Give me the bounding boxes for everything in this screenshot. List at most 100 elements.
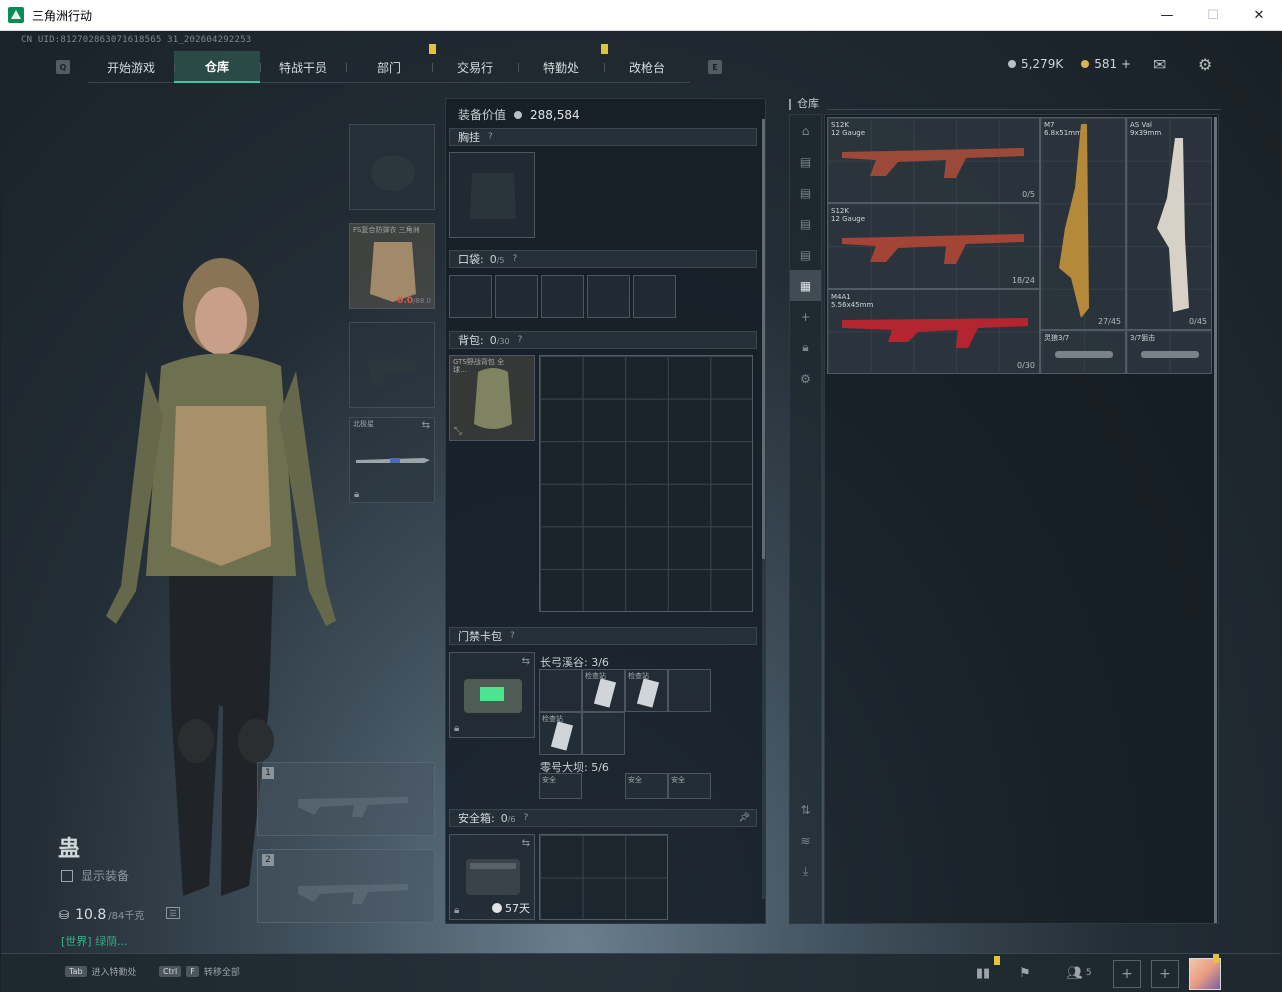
help-icon[interactable]: ? <box>518 335 523 345</box>
equipment-value: 装备价值 288,584 <box>458 106 580 123</box>
sort-icon[interactable]: ⇅ <box>790 794 821 825</box>
scope-icon <box>1055 351 1113 358</box>
stash-weapon[interactable]: AS Val 9x39mm 0/45 <box>1126 117 1212 330</box>
keycard-slot[interactable]: 检查站 <box>625 669 668 712</box>
loadout-panel: 装备价值 288,584 胸挂 ? 口袋: 0/5 ? 背包: 0/30 ? G… <box>445 98 766 924</box>
category-all-icon[interactable]: ⌂ <box>790 115 821 146</box>
tab-departments[interactable]: 部门 <box>346 44 436 83</box>
keycard-label: 安全 <box>542 776 556 784</box>
show-equipment-toggle[interactable]: 显示装备 <box>61 867 129 884</box>
keycard-slot[interactable]: 安全 <box>625 773 668 799</box>
keycard-label: 检查站 <box>628 672 649 680</box>
stash-weapon[interactable]: S12K 12 Gauge 18/24 <box>827 203 1040 289</box>
prev-tab-key[interactable]: Q <box>56 60 70 74</box>
tab-gunsmith[interactable]: 改枪台 <box>604 51 690 83</box>
unequip-icon[interactable]: ⤡ <box>454 426 462 437</box>
melee-slot[interactable]: 北极星 ⇆ 🔒︎ <box>349 417 435 503</box>
category-page-3-icon[interactable]: ▤ <box>790 208 821 239</box>
swap-icon[interactable]: ⇆ <box>522 838 530 849</box>
layers-icon[interactable]: ≋ <box>790 825 821 856</box>
pocket-slot[interactable] <box>541 275 584 318</box>
help-icon[interactable]: ? <box>513 254 518 264</box>
pickup-icon[interactable]: ⤓ <box>790 856 821 887</box>
friends-icon[interactable]: 👥︎ 5 <box>1061 962 1097 984</box>
safe-box-title: 安全箱: <box>458 812 495 825</box>
keycard-slot[interactable]: 检查站 <box>582 669 625 712</box>
stash-weapon[interactable]: S12K 12 Gauge 0/5 <box>827 117 1040 203</box>
secondary-weapon-slot[interactable]: 2 <box>257 849 435 923</box>
stash-scope[interactable]: 灵狼3/7 <box>1040 330 1126 374</box>
stash-scope[interactable]: 3/7狙击 <box>1126 330 1212 374</box>
stash-weapon[interactable]: M7 6.8x51mm 27/45 <box>1040 117 1126 330</box>
add-teammate-button[interactable]: + <box>1113 960 1141 988</box>
close-button[interactable]: ✕ <box>1236 0 1282 31</box>
gold-add-button[interactable]: + <box>1121 57 1131 71</box>
pin-icon[interactable]: 📌︎ <box>739 813 750 823</box>
pocket-slot[interactable] <box>633 275 676 318</box>
chat-preview[interactable]: [世界] 绿荫... <box>61 933 128 949</box>
keycard-slot[interactable] <box>539 669 582 712</box>
tab-warehouse[interactable]: 仓库 <box>174 51 260 83</box>
keycard-slot[interactable]: 安全 <box>668 773 711 799</box>
keycard-slot[interactable]: 安全 <box>539 773 582 799</box>
pockets-count: 0/5 <box>490 253 505 266</box>
panel-scrollbar[interactable] <box>762 119 765 559</box>
keycard-case-slot[interactable]: ⇆ 🔒︎ <box>449 652 535 738</box>
gear-icon[interactable]: ⚙ <box>1198 55 1212 74</box>
pocket-slot[interactable] <box>587 275 630 318</box>
flag-icon[interactable]: ⚑ <box>1013 962 1037 984</box>
next-tab-key[interactable]: E <box>708 60 722 74</box>
keycard-slot[interactable] <box>582 712 625 755</box>
category-weapons-icon[interactable]: ▦ <box>790 270 821 301</box>
help-icon[interactable]: ? <box>510 631 515 641</box>
safe-box-slot[interactable]: ⇆ 🔒︎ 57天 <box>449 834 535 920</box>
add-page-icon[interactable]: + <box>790 301 821 332</box>
hint-transfer-all[interactable]: Ctrl F 转移全部 <box>159 965 240 978</box>
lock-icon[interactable]: 🔒︎ <box>790 332 821 363</box>
category-page-1-icon[interactable]: ▤ <box>790 146 821 177</box>
swap-icon[interactable]: ⇆ <box>522 656 530 667</box>
armor-durability: 0.0/88.0 <box>397 296 431 306</box>
keycard-slot[interactable]: 检查站 <box>539 712 582 755</box>
minimize-button[interactable]: — <box>1144 0 1190 31</box>
add-teammate-button[interactable]: + <box>1151 960 1179 988</box>
tab-label: 开始游戏 <box>106 60 155 75</box>
silver-amount: 5,279K <box>1020 57 1064 71</box>
maximize-button[interactable]: ☐ <box>1190 0 1236 31</box>
sidearm-slot[interactable] <box>349 322 435 408</box>
help-icon[interactable]: ? <box>488 132 493 142</box>
mail-icon[interactable]: ✉ <box>1153 55 1166 74</box>
keycard-slot[interactable] <box>668 669 711 712</box>
weapon-ammo: 0/45 <box>1189 317 1207 326</box>
helmet-icon <box>371 155 415 191</box>
show-equipment-checkbox[interactable] <box>61 869 73 882</box>
chest-rig-slot[interactable] <box>449 152 535 238</box>
category-page-4-icon[interactable]: ▤ <box>790 239 821 270</box>
tab-start-game[interactable]: 开始游戏 <box>88 51 174 83</box>
gear-icon[interactable]: ⚙ <box>790 363 821 394</box>
primary-weapon-slot[interactable]: 1 <box>257 762 435 836</box>
hint-special-ops[interactable]: Tab 进入特勤处 <box>65 965 137 978</box>
hint-text: 进入特勤处 <box>91 968 137 978</box>
tab-special-ops[interactable]: 特勤处 <box>518 44 608 83</box>
helmet-slot[interactable] <box>349 124 435 210</box>
window-controls: — ☐ ✕ <box>1144 0 1282 31</box>
safe-box-grid[interactable] <box>539 834 668 920</box>
list-icon[interactable]: ☰ <box>166 907 180 919</box>
pocket-slot[interactable] <box>495 275 538 318</box>
help-icon[interactable]: ? <box>524 813 529 823</box>
shotgun-icon <box>842 148 1024 178</box>
tab-operators[interactable]: 特战干员 <box>260 51 346 83</box>
body-armor-slot[interactable]: FS复合防弹衣 三角洲 0.0/88.0 <box>349 223 435 309</box>
category-page-2-icon[interactable]: ▤ <box>790 177 821 208</box>
backpack-slot[interactable]: GTS野战背包 全球… ⤡ <box>449 355 535 441</box>
window-title: 三角洲行动 <box>32 8 93 23</box>
backpack-grid[interactable] <box>539 355 753 612</box>
keycard-label: 安全 <box>628 776 642 784</box>
stats-icon[interactable]: ▮▮ <box>971 962 995 984</box>
tab-trading[interactable]: 交易行 <box>432 51 518 83</box>
stash-scrollbar[interactable] <box>1214 117 1217 923</box>
stash-weapon[interactable]: M4A1 5.56x45mm 0/30 <box>827 289 1040 374</box>
pocket-slot[interactable] <box>449 275 492 318</box>
weapon-ammo: 0/5 <box>1022 190 1035 199</box>
